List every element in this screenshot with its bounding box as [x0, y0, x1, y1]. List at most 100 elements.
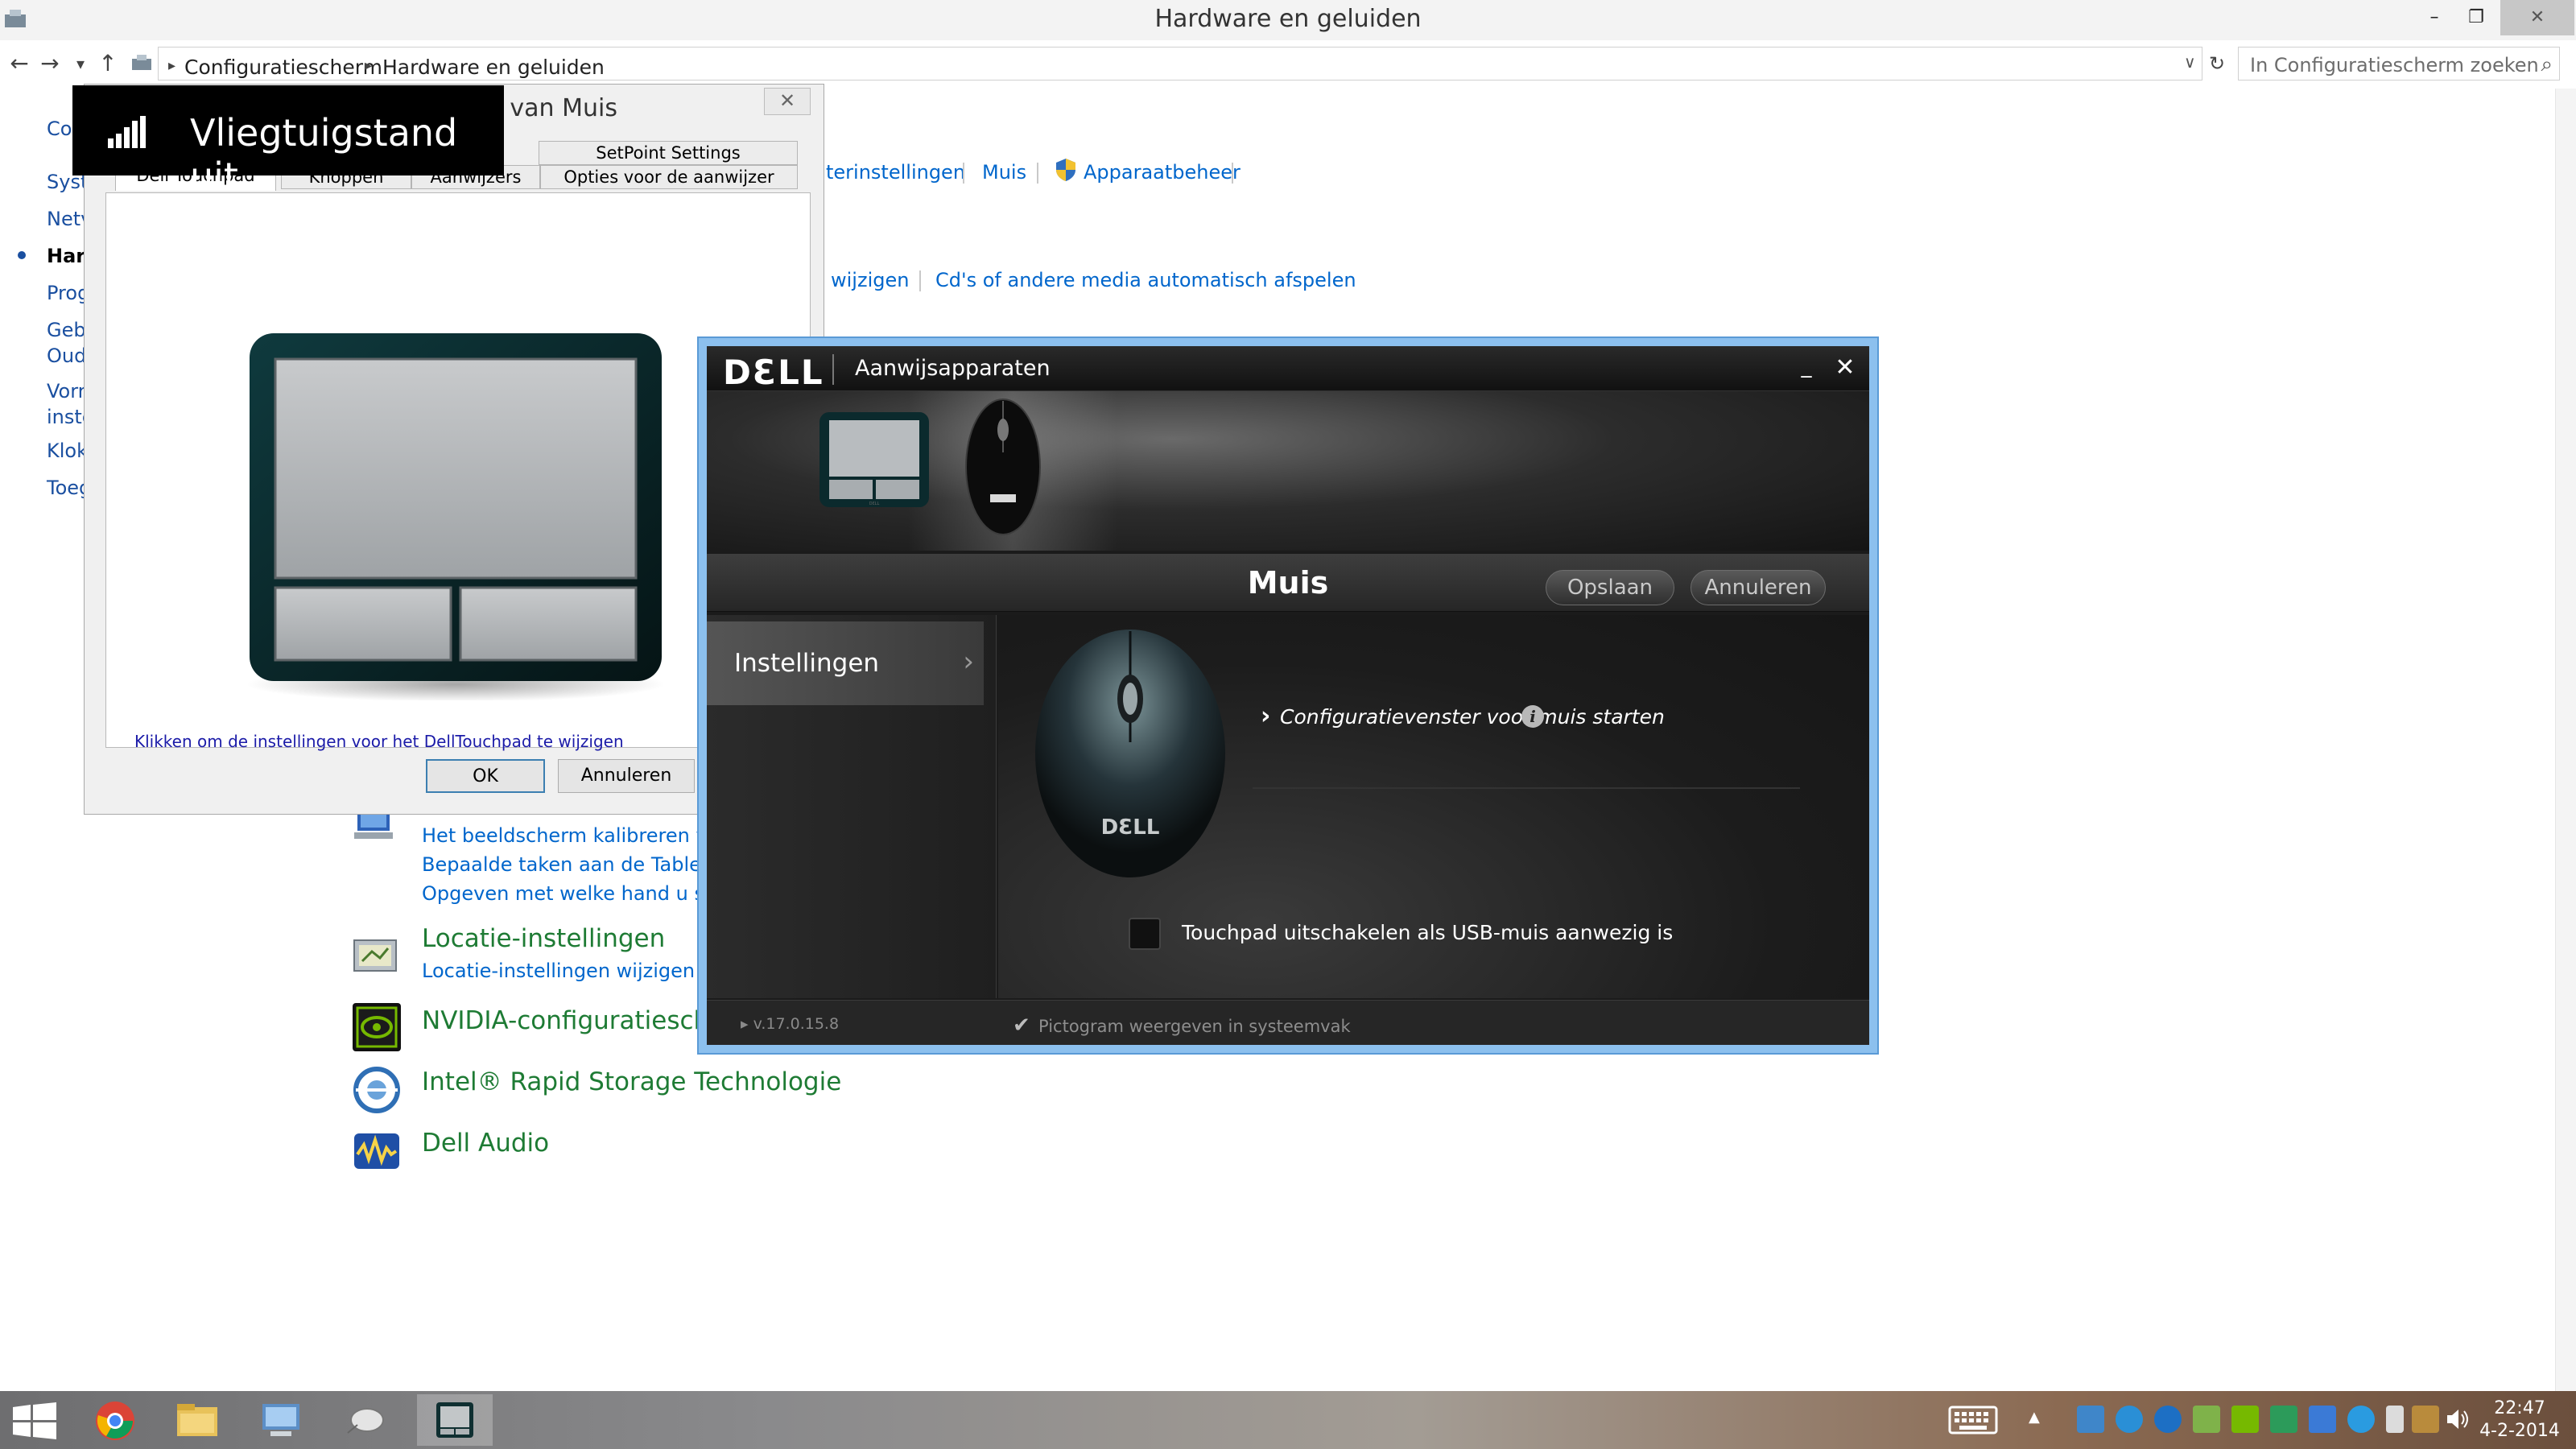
taskbar-file-explorer[interactable]: [159, 1394, 235, 1446]
heading-intel-rapid-storage[interactable]: Intel® Rapid Storage Technologie: [422, 1067, 841, 1096]
touchpad-device-icon[interactable]: DƐLL: [816, 409, 932, 514]
forward-button[interactable]: →: [35, 50, 64, 79]
breadcrumb-configuratiescherm[interactable]: Configuratiescherm: [184, 56, 382, 79]
tray-storage-icon[interactable]: [2270, 1406, 2297, 1433]
sidebar-item-instellingen[interactable]: Instellingen ›: [707, 621, 984, 705]
info-icon[interactable]: i: [1521, 705, 1544, 728]
refresh-button[interactable]: ↻: [2202, 50, 2231, 79]
address-path-box[interactable]: ▸ Configuratiescherm ▸ Hardware en gelui…: [132, 47, 2202, 80]
taskbar: ▲ 22:47 4-2-2014: [0, 1391, 2576, 1449]
folder-icon: [177, 1404, 217, 1436]
show-tray-icon-label: Pictogram weergeven in systeemvak: [1038, 1017, 1351, 1036]
dell-cancel-button[interactable]: Annuleren: [1690, 570, 1826, 605]
minimize-button[interactable]: –: [2410, 0, 2458, 35]
link-separator: [1232, 163, 1233, 184]
nav-item-co[interactable]: Co: [47, 118, 72, 140]
tab-opties-aanwijzer[interactable]: Opties voor de aanwijzer: [540, 165, 798, 189]
restore-button[interactable]: ❐: [2452, 0, 2500, 35]
up-button[interactable]: ↑: [93, 50, 122, 79]
search-input[interactable]: In Configuratiescherm zoeken ⌕: [2238, 47, 2560, 80]
link-separator: [919, 270, 921, 291]
breadcrumb-separator-icon[interactable]: ▸: [365, 57, 372, 74]
sidebar-item-label: Instellingen: [734, 649, 880, 678]
tray-power-icon[interactable]: [2154, 1406, 2182, 1433]
link-tablet-taken[interactable]: Bepaalde taken aan de Tablet PC: [422, 853, 740, 876]
link-separator: [963, 163, 964, 184]
cancel-button[interactable]: Annuleren: [558, 759, 695, 793]
vertical-scrollbar[interactable]: [2555, 89, 2576, 1393]
link-wijzigen[interactable]: wijzigen: [831, 269, 909, 291]
battery-icon[interactable]: [2386, 1406, 2404, 1433]
taskbar-mouse-settings[interactable]: [327, 1394, 402, 1446]
link-muis[interactable]: Muis: [982, 161, 1026, 184]
address-bar: ← → ▾ ↑ ▸ Configuratiescherm ▸ Hardware …: [0, 42, 2576, 85]
show-tray-icon-checkbox[interactable]: ✔: [1013, 1013, 1030, 1038]
nav-item-klok[interactable]: Klok: [47, 440, 88, 462]
address-dropdown-icon[interactable]: ∨: [2184, 52, 2196, 72]
breadcrumb-hardware-en-geluiden[interactable]: Hardware en geluiden: [382, 56, 605, 79]
link-autoplay[interactable]: Cd's of andere media automatisch afspele…: [935, 269, 1356, 291]
dialog-close-button[interactable]: ✕: [764, 88, 811, 115]
save-button[interactable]: Opslaan: [1546, 570, 1674, 605]
show-hidden-icons-button[interactable]: ▲: [2029, 1409, 2040, 1426]
version-label[interactable]: ▸ v.17.0.15.8: [741, 1015, 839, 1033]
link-printerinstellingen[interactable]: terinstellingen: [826, 161, 965, 184]
dell-window-title: Aanwijsapparaten: [855, 356, 1051, 381]
heading-locatie-instellingen[interactable]: Locatie-instellingen: [422, 924, 665, 953]
content-divider: [1253, 787, 1800, 789]
mouse-icon: [347, 1408, 384, 1434]
taskbar-dell-pointing-devices[interactable]: [417, 1394, 493, 1446]
link-beeldscherm-kalibreren[interactable]: Het beeldscherm kalibreren voo: [422, 824, 731, 847]
signal-bars-icon: [108, 116, 147, 148]
control-panel-icon: [132, 55, 151, 70]
heading-nvidia-configuratiescherm[interactable]: NVIDIA-configuratiesche: [422, 1006, 724, 1035]
heading-dell-audio[interactable]: Dell Audio: [422, 1129, 549, 1158]
dell-minimize-button[interactable]: _: [1792, 354, 1821, 383]
mouse-illustration: DƐLL: [1035, 630, 1225, 877]
disable-touchpad-checkbox[interactable]: [1129, 918, 1161, 950]
link-hand-opgeven[interactable]: Opgeven met welke hand u sch: [422, 882, 727, 905]
tray-network-manager-icon[interactable]: [2077, 1406, 2104, 1433]
touchpad-icon: [436, 1402, 473, 1438]
taskbar-control-panel[interactable]: [243, 1394, 319, 1446]
section-header-bar: Muis Opslaan Annuleren: [707, 554, 1869, 612]
touchpad-illustration[interactable]: [246, 330, 665, 700]
nav-item-vormgeving[interactable]: Vorr: [47, 380, 86, 402]
back-button[interactable]: ←: [5, 50, 34, 79]
link-apparaatbeheer[interactable]: Apparaatbeheer: [1084, 161, 1241, 184]
mouse-device-icon[interactable]: [961, 396, 1045, 538]
dell-close-button[interactable]: ✕: [1831, 354, 1860, 383]
launch-mouse-config-link[interactable]: Configuratievenster voor muis starten: [1280, 705, 1665, 729]
breadcrumb-separator-icon[interactable]: ▸: [168, 57, 175, 74]
touch-keyboard-icon[interactable]: [1948, 1406, 1998, 1435]
link-locatie-wijzigen[interactable]: Locatie-instellingen wijzigen: [422, 960, 695, 982]
ok-button[interactable]: OK: [426, 759, 545, 793]
action-center-flag-icon[interactable]: [2412, 1406, 2439, 1433]
tab-setpoint-settings[interactable]: SetPoint Settings: [539, 141, 798, 165]
dell-footer: ▸ v.17.0.15.8 ✔ Pictogram weergeven in s…: [707, 1000, 1869, 1045]
nvidia-icon: [353, 1003, 401, 1051]
logo-separator: [832, 354, 834, 385]
tray-bluetooth-icon[interactable]: [2309, 1406, 2336, 1433]
tray-nvidia-icon[interactable]: [2231, 1406, 2259, 1433]
tray-sync-icon[interactable]: [2116, 1406, 2143, 1433]
taskbar-clock[interactable]: 22:47 4-2-2014: [2471, 1397, 2568, 1443]
clock-time: 22:47: [2494, 1398, 2545, 1418]
chevron-right-icon: ›: [1261, 702, 1271, 730]
close-button[interactable]: ✕: [2500, 0, 2574, 35]
mouse-brand: DƐLL: [1101, 815, 1160, 840]
windows-start-icon[interactable]: [13, 1402, 56, 1439]
volume-icon[interactable]: [2444, 1406, 2471, 1433]
window-titlebar: Hardware en geluiden – ❐ ✕: [0, 0, 2576, 40]
airplane-mode-toast: Vliegtuigstand uit: [72, 85, 504, 198]
touchpad-settings-link[interactable]: Klikken om de instellingen voor het Dell…: [134, 732, 624, 751]
dell-logo: DƐLL: [723, 353, 824, 392]
recent-locations-button[interactable]: ▾: [66, 50, 95, 79]
search-icon[interactable]: ⌕: [2541, 52, 2553, 77]
nav-item-oud[interactable]: Oud: [47, 345, 86, 367]
control-panel-icon: [262, 1404, 299, 1436]
taskbar-chrome[interactable]: [77, 1394, 153, 1446]
tray-battery-meter-icon[interactable]: [2193, 1406, 2220, 1433]
tray-skype-icon[interactable]: [2347, 1406, 2375, 1433]
dell-titlebar: DƐLL Aanwijsapparaten _ ✕: [707, 346, 1869, 392]
